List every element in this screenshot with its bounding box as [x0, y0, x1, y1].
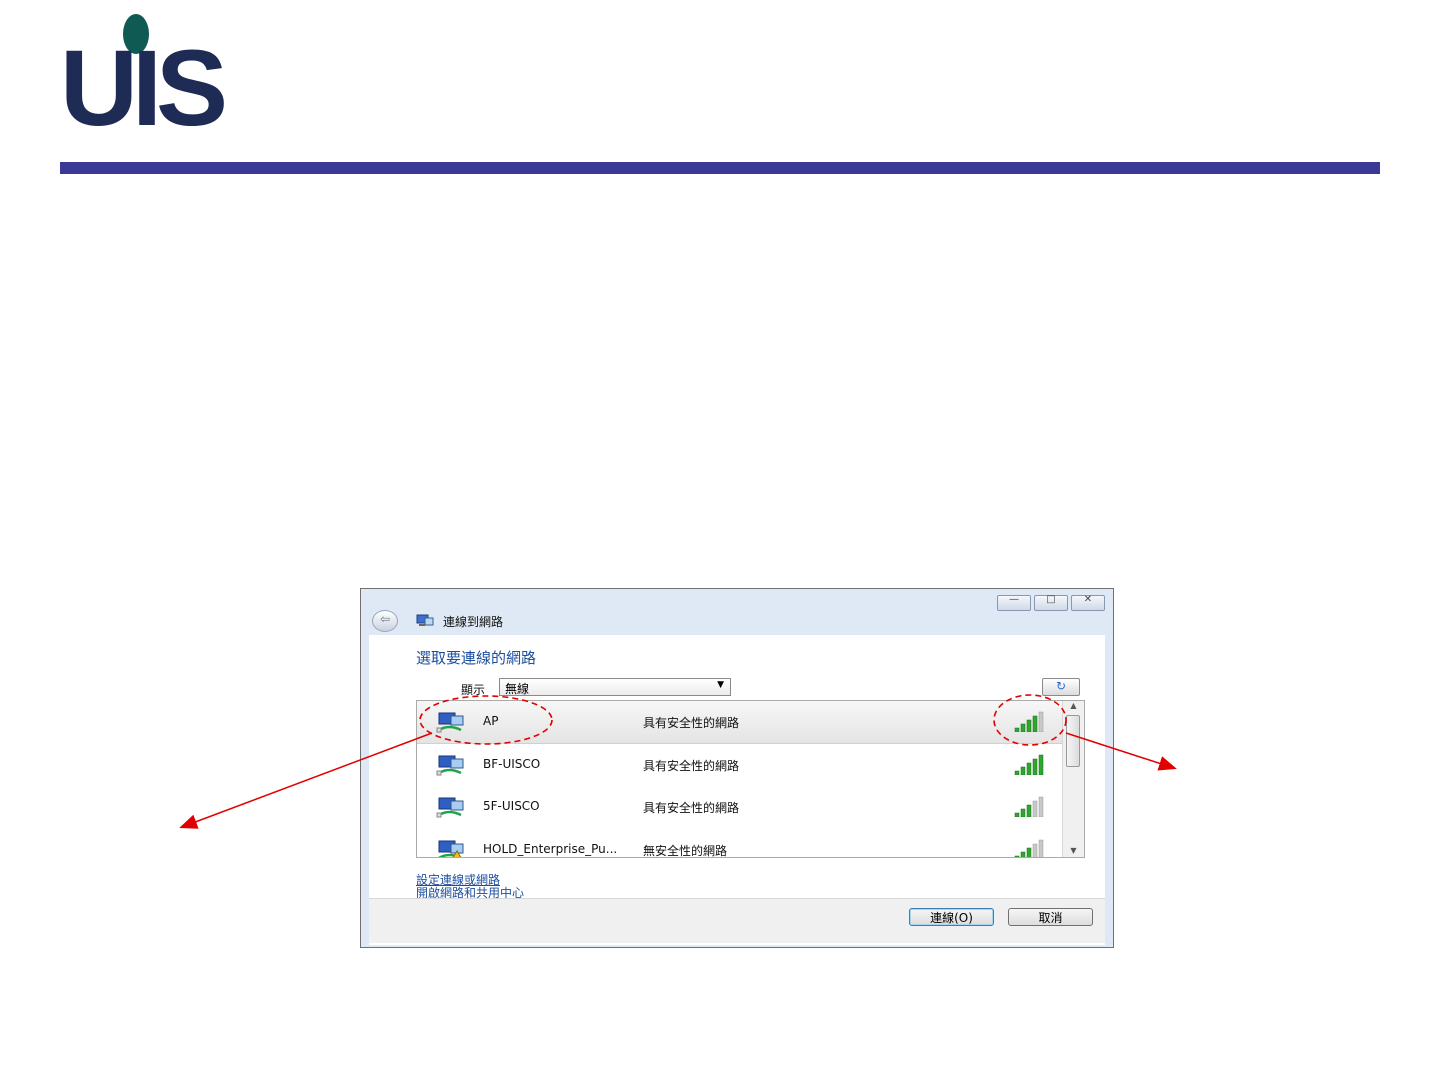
signal-bar: [1014, 727, 1020, 732]
scroll-thumb[interactable]: [1066, 715, 1080, 767]
signal-strength-icon: [1014, 754, 1044, 775]
chevron-down-icon: ▼: [717, 680, 724, 690]
signal-bar: [1038, 839, 1044, 857]
wireless-network-warning-icon: [438, 840, 464, 857]
connect-button[interactable]: 連線(O): [909, 908, 994, 926]
network-name: 5F-UISCO: [483, 799, 540, 813]
network-name: HOLD_Enterprise_Pu...: [483, 842, 618, 856]
signal-strength-icon: [1014, 796, 1044, 817]
cancel-button[interactable]: 取消: [1008, 908, 1093, 926]
signal-bar: [1020, 851, 1026, 857]
connect-to-network-window: — □ ✕ ⇦ 連線到網路 選取要連線的網路 顯示 無線 ▼ ↻ AP 具有安全…: [360, 588, 1114, 948]
signal-bar: [1014, 770, 1020, 775]
logo-text: UIS: [60, 27, 228, 148]
refresh-button[interactable]: ↻: [1042, 678, 1080, 696]
network-row-bf-uisco[interactable]: BF-UISCO 具有安全性的網路: [417, 744, 1063, 786]
scroll-up-icon[interactable]: ▲: [1063, 701, 1084, 710]
network-list: AP 具有安全性的網路 BF-UISCO 具有安全性的網路 5F-UISCO 具…: [416, 700, 1085, 858]
selected-network-type: 無線: [505, 682, 530, 696]
wireless-network-icon: [436, 712, 464, 733]
wireless-network-icon: [436, 755, 464, 776]
signal-strength-icon: [1014, 839, 1044, 857]
show-label: 顯示: [461, 683, 486, 697]
signal-bar: [1032, 800, 1038, 817]
back-button[interactable]: ⇦: [372, 610, 398, 632]
dialog-footer: 連線(O) 取消: [369, 898, 1105, 943]
list-scrollbar[interactable]: ▲ ▼: [1062, 701, 1084, 857]
signal-bar: [1032, 758, 1038, 775]
network-security: 無安全性的網路: [643, 844, 728, 858]
scroll-down-icon[interactable]: ▼: [1063, 846, 1084, 855]
signal-bar: [1026, 719, 1032, 732]
signal-bar: [1026, 847, 1032, 857]
network-row-hold-enterprise[interactable]: HOLD_Enterprise_Pu... 無安全性的網路: [417, 829, 1063, 858]
network-security: 具有安全性的網路: [643, 801, 740, 815]
maximize-button[interactable]: □: [1034, 594, 1068, 611]
minimize-button[interactable]: —: [997, 594, 1031, 611]
refresh-icon: ↻: [1055, 679, 1067, 693]
wireless-network-icon: [436, 797, 464, 818]
network-name: BF-UISCO: [483, 757, 541, 771]
network-row-5f-uisco[interactable]: 5F-UISCO 具有安全性的網路: [417, 786, 1063, 828]
signal-bar: [1038, 711, 1044, 732]
network-row-ap[interactable]: AP 具有安全性的網路: [417, 701, 1063, 744]
dialog-heading: 選取要連線的網路: [416, 649, 537, 667]
uis-logo: UIS: [60, 12, 228, 142]
network-name: AP: [483, 714, 499, 728]
signal-bar: [1038, 796, 1044, 817]
signal-bar: [1038, 754, 1044, 775]
signal-bar: [1014, 812, 1020, 817]
back-arrow-icon: ⇦: [379, 612, 391, 626]
signal-bar: [1014, 855, 1020, 857]
signal-bar: [1026, 762, 1032, 775]
signal-bar: [1032, 715, 1038, 732]
signal-strength-icon: [1014, 711, 1044, 732]
window-controls: — □ ✕: [997, 594, 1105, 611]
network-type-select[interactable]: 無線 ▼: [499, 678, 731, 696]
close-button[interactable]: ✕: [1071, 594, 1105, 611]
network-icon: [416, 614, 434, 626]
network-security: 具有安全性的網路: [643, 759, 740, 773]
window-title: 連線到網路: [443, 615, 504, 629]
signal-bar: [1026, 804, 1032, 817]
header-divider-bar: [60, 162, 1380, 174]
network-security: 具有安全性的網路: [643, 716, 740, 730]
signal-bar: [1020, 808, 1026, 817]
signal-bar: [1032, 843, 1038, 857]
signal-bar: [1020, 766, 1026, 775]
signal-bar: [1020, 723, 1026, 732]
